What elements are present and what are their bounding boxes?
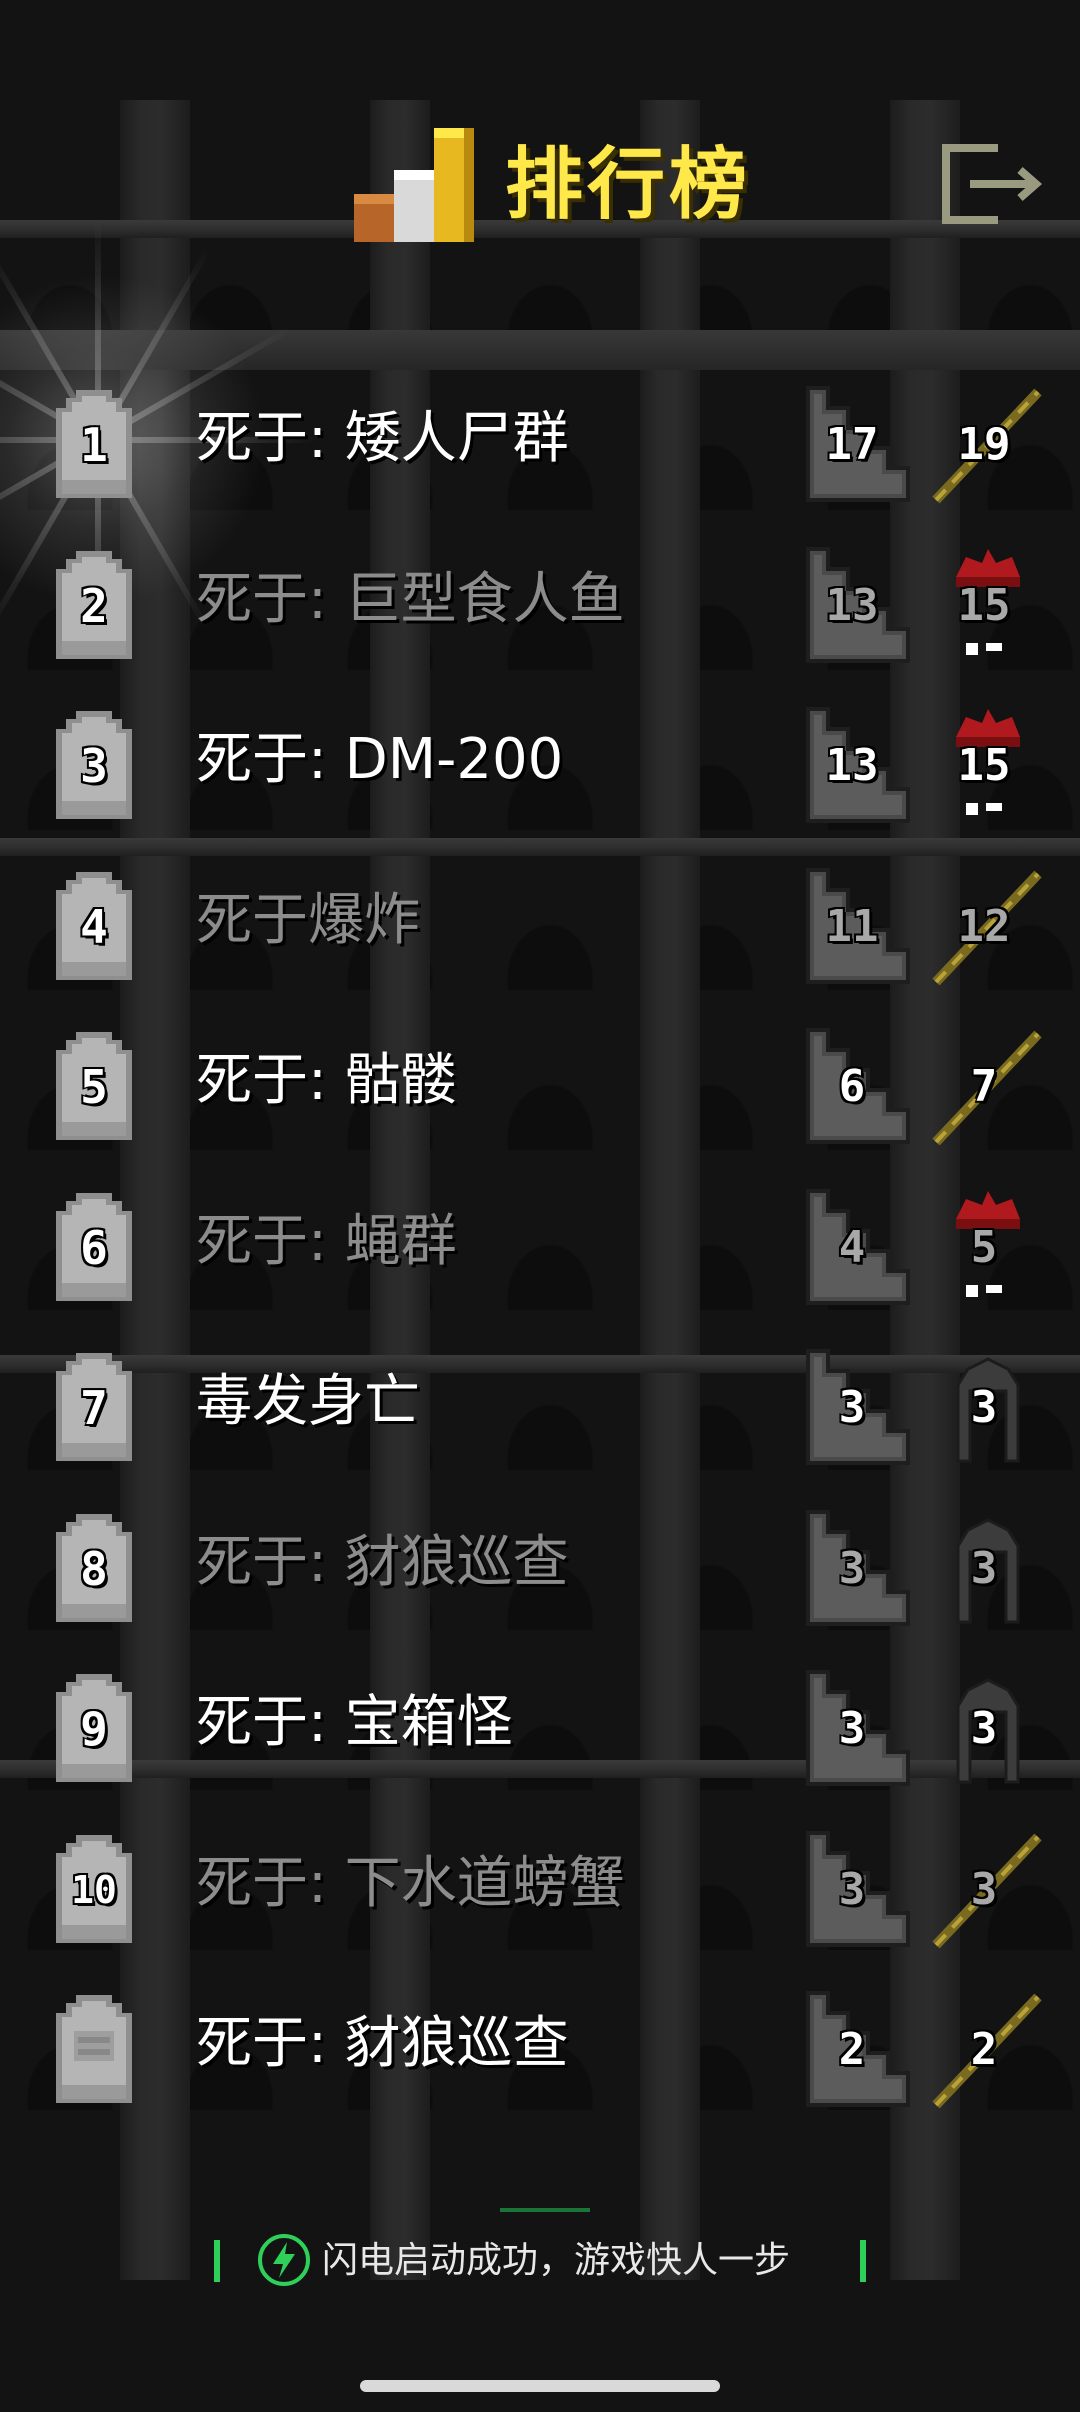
death-cause: 死于: 蝇群 <box>196 1209 457 1274</box>
leaderboard-entry[interactable]: 9 死于: 宝箱怪 3 3 <box>0 1646 1080 1806</box>
depth-number: 13 <box>825 740 879 791</box>
rank-number: 1 <box>80 418 108 472</box>
depth-number: 3 <box>838 1382 866 1433</box>
level-number: 19 <box>957 419 1011 470</box>
blank-tombstone-icon <box>56 1995 132 2103</box>
leaderboard-entry[interactable]: 6 死于: 蝇群 4 5 <box>0 1165 1080 1325</box>
leaderboard-entry[interactable]: 1 死于: 矮人尸群 17 19 <box>0 362 1080 522</box>
death-cause: 死于: 下水道螃蟹 <box>196 1851 625 1916</box>
divider <box>500 2208 590 2212</box>
lightning-icon <box>258 2234 310 2286</box>
leaderboard-entry[interactable]: 8 死于: 豺狼巡查 3 3 <box>0 1486 1080 1646</box>
rank-number: 4 <box>80 900 108 954</box>
rank-number: 7 <box>80 1381 108 1435</box>
rank-number: 5 <box>80 1060 108 1114</box>
level-number: 7 <box>970 1061 998 1112</box>
leaderboard-entry[interactable]: 5 死于: 骷髅 6 7 <box>0 1004 1080 1164</box>
level-number: 2 <box>970 2024 998 2075</box>
depth-number: 6 <box>838 1061 866 1112</box>
level-number: 15 <box>957 740 1011 791</box>
rank-number: 3 <box>80 739 108 793</box>
level-number: 3 <box>970 1864 998 1915</box>
depth-number: 11 <box>825 901 879 952</box>
level-number: 15 <box>957 580 1011 631</box>
death-cause: 死于: 豺狼巡查 <box>196 2011 569 2076</box>
death-cause: 死于: 豺狼巡查 <box>196 1530 569 1595</box>
leaderboard-entry[interactable]: 10 死于: 下水道螃蟹 3 3 <box>0 1807 1080 1967</box>
home-indicator[interactable] <box>360 2380 720 2392</box>
rank-number: 10 <box>71 1868 117 1912</box>
depth-number: 3 <box>838 1543 866 1594</box>
banner-right-bar <box>860 2240 866 2282</box>
leaderboard-entry[interactable]: 2 死于: 巨型食人鱼 13 15 <box>0 523 1080 683</box>
rank-number: 2 <box>80 579 108 633</box>
level-number: 3 <box>970 1543 998 1594</box>
leaderboard-entry[interactable]: 7 毒发身亡 3 3 <box>0 1325 1080 1485</box>
depth-number: 4 <box>838 1222 866 1273</box>
death-cause: 毒发身亡 <box>196 1369 420 1434</box>
leaderboard-list: 1 死于: 矮人尸群 17 19 2 死于: 巨型食人鱼 13 15 3 死于:… <box>0 0 1080 2412</box>
death-cause: 死于: 巨型食人鱼 <box>196 567 625 632</box>
depth-number: 13 <box>825 580 879 631</box>
depth-number: 3 <box>838 1864 866 1915</box>
death-cause: 死于爆炸 <box>196 888 420 953</box>
level-number: 12 <box>957 901 1011 952</box>
banner-text: 闪电启动成功，游戏快人一步 <box>322 2240 791 2281</box>
rank-number: 9 <box>80 1702 108 1756</box>
banner-left-bar <box>214 2240 220 2282</box>
depth-number: 17 <box>825 419 879 470</box>
level-number: 5 <box>970 1222 998 1273</box>
app-root: 排行榜 1 死于: 矮人尸群 17 19 2 死于: 巨型食人鱼 13 15 3… <box>0 0 1080 2412</box>
boost-banner: 闪电启动成功，游戏快人一步 <box>210 2232 870 2292</box>
depth-number: 2 <box>838 2024 866 2075</box>
level-number: 3 <box>970 1382 998 1433</box>
death-cause: 死于: 骷髅 <box>196 1048 457 1113</box>
leaderboard-entry[interactable]: 3 死于: DM-200 13 15 <box>0 683 1080 843</box>
depth-number: 3 <box>838 1703 866 1754</box>
rank-number: 8 <box>80 1542 108 1596</box>
death-cause: 死于: 矮人尸群 <box>196 406 569 471</box>
rank-number: 6 <box>80 1221 108 1275</box>
level-number: 3 <box>970 1703 998 1754</box>
death-cause: 死于: DM-200 <box>196 727 564 792</box>
death-cause: 死于: 宝箱怪 <box>196 1690 513 1755</box>
leaderboard-entry[interactable]: 4 死于爆炸 11 12 <box>0 844 1080 1004</box>
leaderboard-entry[interactable]: 死于: 豺狼巡查 2 2 <box>0 1967 1080 2127</box>
